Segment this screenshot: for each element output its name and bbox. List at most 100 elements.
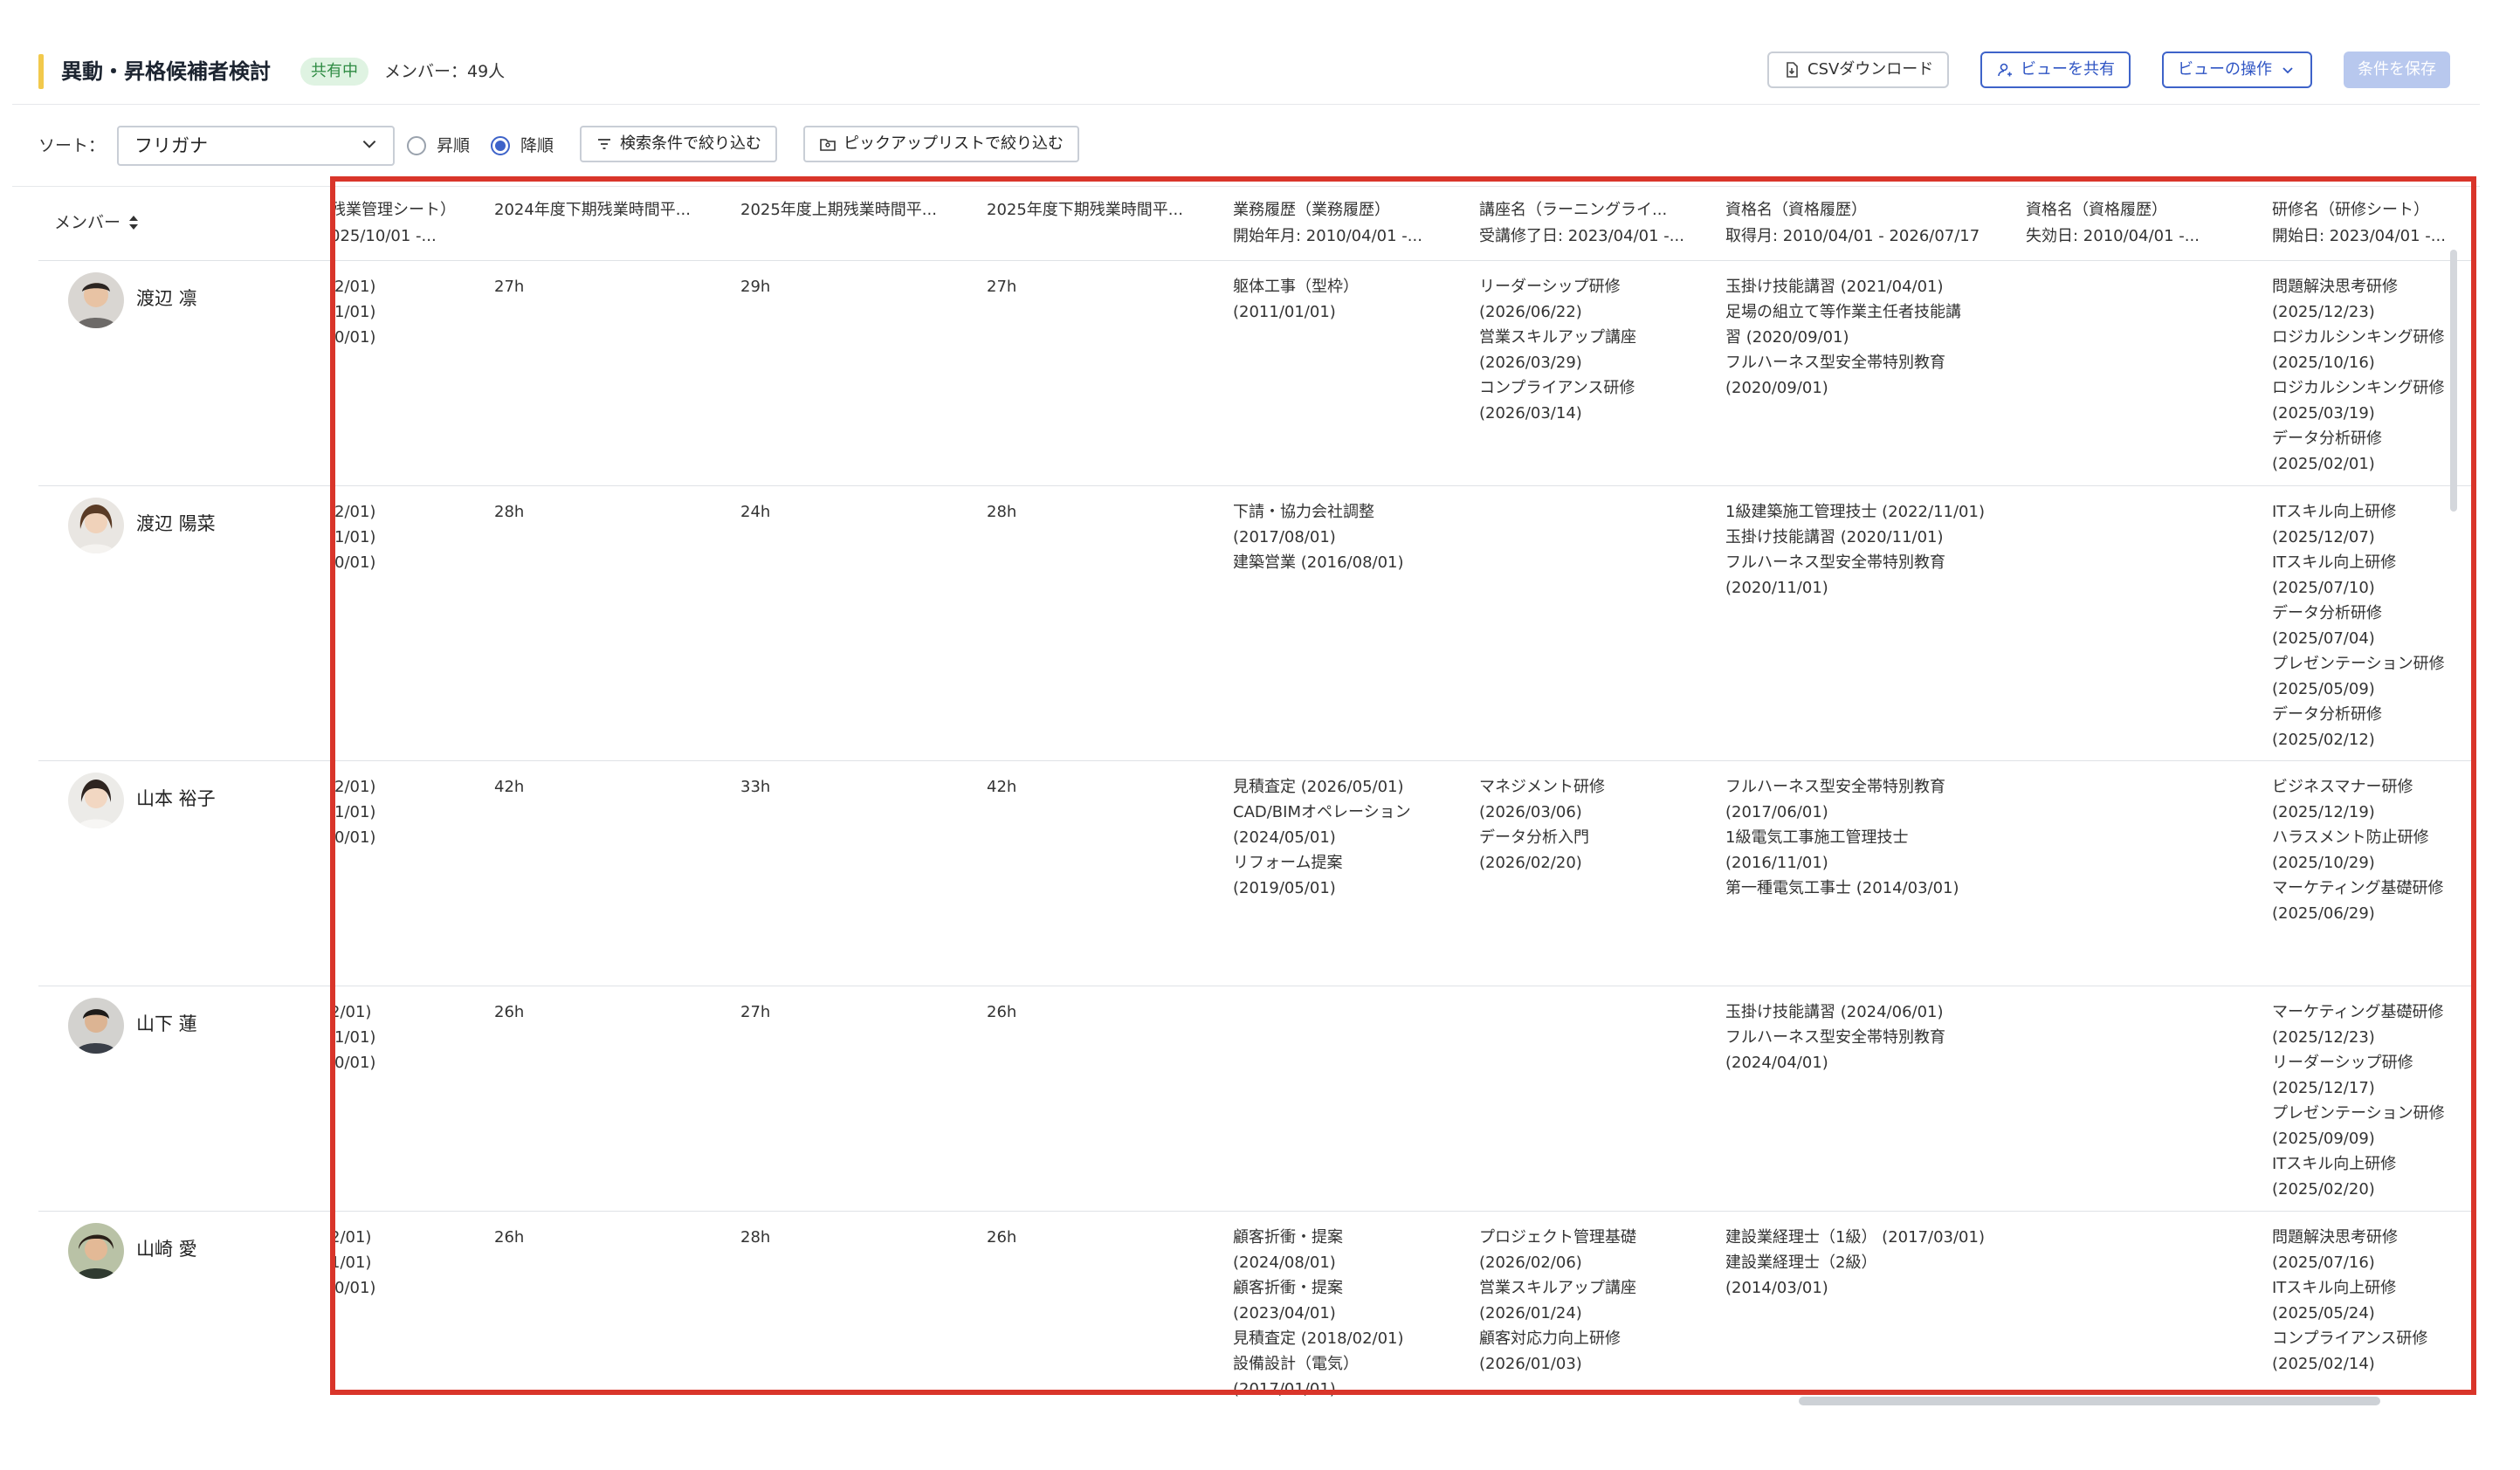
sort-field-select[interactable]: フリガナ [117,126,395,166]
column-header-2025h1-overtime[interactable]: 2025年度上期残業時間平... [740,197,964,223]
cell-learning-course: リーダーシップ研修 (2026/06/22) 営業スキルアップ講座 (2026/03/… [1479,278,1636,422]
cell-overtime-sheet: l2/01) l1/01) l0/01) [330,503,376,572]
cell-2024h2-overtime: 42h [494,778,525,796]
save-conditions-button[interactable]: 条件を保存 [2344,52,2450,88]
sort-ascending-label: 昇順 [437,136,471,155]
column-header-line1: 残業管理シート） [330,201,456,219]
cell-work-history: 下請・協力会社調整 (2017/08/01) 建築営業 (2016/08/01) [1233,503,1404,572]
filter-by-conditions-button[interactable]: 検索条件で絞り込む [580,126,777,162]
cell-training: 問題解決思考研修 (2025/07/16) ITスキル向上研修 (2025/05/24… [2272,1228,2428,1373]
folder-user-icon [820,139,836,151]
column-header-line1: 資格名（資格履歴） [2026,201,2167,219]
column-header-line1: 2024年度下期残業時間平... [494,201,691,219]
cell-learning-course: プロジェクト管理基礎 (2026/02/06) 営業スキルアップ講座 (2026/01… [1479,1228,1636,1373]
column-header-overtime-sheet[interactable]: 残業管理シート） 025/10/01 -... [330,197,461,250]
share-view-button[interactable]: ビューを共有 [1980,52,2131,88]
view-operations-dropdown[interactable]: ビューの操作 [2162,52,2312,88]
table-row[interactable]: 山本 裕子 l2/01) l1/01) l0/01) 42h 33h 42h 見積査… [38,762,2471,986]
vertical-scrollbar[interactable] [2450,250,2457,512]
column-header-line1: 2025年度上期残業時間平... [740,201,937,219]
title-accent-bar [38,54,44,89]
table-row[interactable]: 山崎 愛 2/01) 1/01) l0/01) 26h 28h 26h 顧客折衝・提… [38,1212,2471,1416]
sort-field-value: フリガナ [134,135,208,156]
chevron-down-icon [2282,67,2293,74]
filter-by-pickup-list-label: ピックアップリストで絞り込む [843,134,1064,153]
cell-2025h1-overtime: 24h [740,503,771,521]
sort-toggle-icon [129,216,139,230]
cell-qualification-acquired: フルハーネス型安全帯特別教育 (2017/06/01) 1級電気工事施工管理技士 (2… [1725,778,1959,897]
cell-work-history: 躯体工事（型枠） (2011/01/01) [1233,278,1359,321]
view-header: 異動・昇格候補者検討 共有中 メンバー：49人 CSVダウンロード ビューを共有… [12,37,2480,105]
column-header-work-history[interactable]: 業務履歴（業務履歴） 開始年月: 2010/04/01 -... [1233,197,1463,250]
avatar [68,1223,124,1279]
column-header-2024h2-overtime[interactable]: 2024年度下期残業時間平... [494,197,718,223]
cell-qualification-acquired: 建設業経理士（1級） (2017/03/01) 建設業経理士（2級） (2014/0… [1725,1228,1985,1297]
avatar [68,773,124,828]
cell-learning-course: マネジメント研修 (2026/03/06) データ分析入門 (2026/02/20) [1479,778,1605,872]
file-download-icon [1787,62,1798,78]
column-header-line2: 失効日: 2010/04/01 -... [2026,227,2200,245]
avatar [68,272,124,328]
filter-by-pickup-list-button[interactable]: ピックアップリストで絞り込む [803,126,1079,162]
cell-2024h2-overtime: 27h [494,278,525,296]
filter-by-conditions-label: 検索条件で絞り込む [620,134,761,153]
table-row[interactable]: 山下 蓮 2/01) l1/01) l0/01) 26h 27h 26h 玉掛け技能… [38,987,2471,1212]
cell-overtime-sheet: 2/01) l1/01) l0/01) [330,1003,376,1072]
cell-overtime-sheet: 2/01) 1/01) l0/01) [330,1228,376,1297]
cell-2025h2-overtime: 42h [987,778,1017,796]
cell-2024h2-overtime: 26h [494,1003,525,1021]
cell-training: 問題解決思考研修 (2025/12/23) ロジカルシンキング研修 (2025/10/… [2272,278,2445,473]
header-divider [38,260,2471,261]
column-header-training[interactable]: 研修名（研修シート） 開始日: 2023/04/01 -... [2272,197,2459,250]
cell-2025h2-overtime: 27h [987,278,1017,296]
member-name[interactable]: 山下 蓮 [136,1008,197,1040]
cell-2025h2-overtime: 26h [987,1003,1017,1021]
chevron-down-icon [362,140,376,148]
table-row[interactable]: 渡辺 凛 l2/01) l1/01) l0/01) 27h 29h 27h 躯体工事… [38,262,2471,486]
member-name[interactable]: 渡辺 凛 [136,283,197,314]
avatar [68,498,124,553]
cell-2025h2-overtime: 28h [987,503,1017,521]
column-header-line2: 開始日: 2023/04/01 -... [2272,227,2446,245]
column-header-line1: 研修名（研修シート） [2272,201,2429,219]
csv-download-label: CSVダウンロード [1807,60,1934,79]
cell-2025h1-overtime: 33h [740,778,771,796]
cell-qualification-acquired: 玉掛け技能講習 (2021/04/01) 足場の組立て等作業主任者技能講習 (20… [1725,278,1961,397]
member-column-label: メンバー [54,213,121,232]
members-table: メンバー 残業管理シート） 025/10/01 -... 2024年度下期残業時… [12,187,2480,1416]
column-header-qualification-expired[interactable]: 資格名（資格履歴） 失効日: 2010/04/01 -... [2026,197,2244,250]
member-name[interactable]: 渡辺 陽菜 [136,508,216,539]
member-name[interactable]: 山本 裕子 [136,783,216,814]
column-header-qualification-acquired[interactable]: 資格名（資格履歴） 取得月: 2010/04/01 - 2026/07/17 [1725,197,2021,250]
sort-descending-label: 降順 [520,136,554,155]
save-conditions-label: 条件を保存 [2358,60,2436,79]
column-header-line1: 2025年度下期残業時間平... [987,201,1183,219]
member-name[interactable]: 山崎 愛 [136,1233,197,1265]
column-header-line1: 資格名（資格履歴） [1725,201,1867,219]
cell-training: ビジネスマナー研修 (2025/12/19) ハラスメント防止研修 (2025/10/… [2272,778,2444,923]
shared-status-badge: 共有中 [300,58,368,86]
member-column-header[interactable]: メンバー [54,208,140,237]
column-header-learning-course[interactable]: 講座名（ラーニングライ... 受講修了日: 2023/04/01 -... [1479,197,1715,250]
horizontal-scrollbar[interactable] [1799,1397,2380,1405]
share-view-label: ビューを共有 [2021,60,2115,79]
cell-2025h2-overtime: 26h [987,1228,1017,1247]
candidate-view-panel: 異動・昇格候補者検討 共有中 メンバー：49人 CSVダウンロード ビューを共有… [12,37,2480,1416]
sort-descending-radio[interactable] [491,136,510,155]
view-operations-label: ビューの操作 [2178,60,2272,79]
sort-label: ソート： [38,136,106,155]
filter-icon [598,139,610,149]
column-header-2025h2-overtime[interactable]: 2025年度下期残業時間平... [987,197,1210,223]
avatar [68,998,124,1054]
user-share-icon [1998,63,2012,77]
cell-overtime-sheet: l2/01) l1/01) l0/01) [330,278,376,347]
csv-download-button[interactable]: CSVダウンロード [1767,52,1950,88]
cell-2025h1-overtime: 28h [740,1228,771,1247]
table-row[interactable]: 渡辺 陽菜 l2/01) l1/01) l0/01) 28h 24h 28h 下請・… [38,487,2471,761]
sort-ascending-radio[interactable] [407,136,426,155]
sort-filter-toolbar: ソート： フリガナ 昇順 降順 検索条件で絞り込む ピックアップリストで絞り込む [12,105,2480,187]
cell-work-history: 顧客折衝・提案 (2024/08/01) 顧客折衝・提案 (2023/04/01) 見積… [1233,1228,1404,1398]
column-header-line2: 取得月: 2010/04/01 - 2026/07/17 [1725,227,1980,245]
column-header-line2: 025/10/01 -... [330,227,437,245]
cell-qualification-acquired: 1級建築施工管理技士 (2022/11/01) 玉掛け技能講習 (2020/11/… [1725,503,1985,597]
